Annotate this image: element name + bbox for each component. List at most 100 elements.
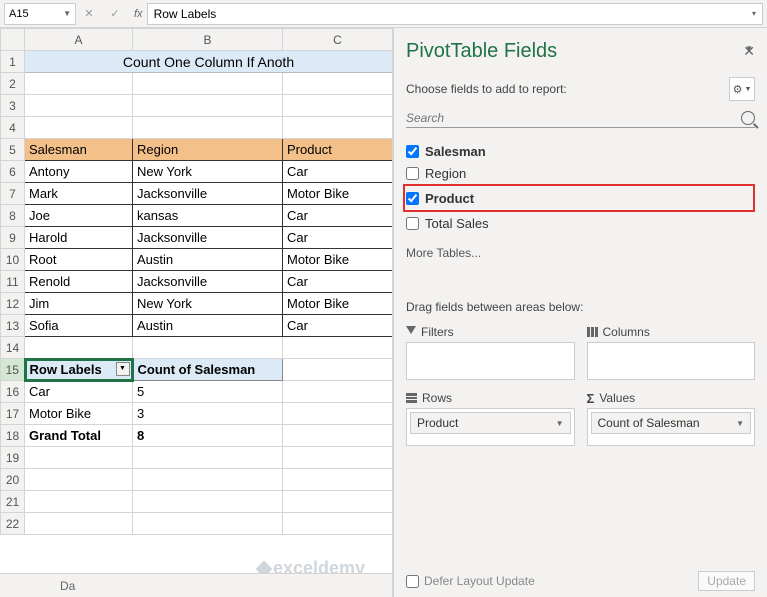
cell[interactable]: 8 [133,425,283,447]
field-region[interactable]: Region [406,162,755,184]
row-header[interactable]: 19 [1,447,25,469]
cell[interactable] [133,447,283,469]
more-tables-link[interactable]: More Tables... [406,246,755,260]
cell[interactable]: Car [283,315,393,337]
cell[interactable]: Jacksonville [133,183,283,205]
cell[interactable] [283,403,393,425]
select-all-corner[interactable] [1,29,25,51]
row-header[interactable]: 21 [1,491,25,513]
cell[interactable]: Root [25,249,133,271]
cell[interactable]: Jim [25,293,133,315]
cell[interactable] [283,447,393,469]
field-checkbox[interactable] [406,192,419,205]
cell[interactable]: Product [283,139,393,161]
cell[interactable]: Motor Bike [283,183,393,205]
cell[interactable] [283,491,393,513]
title-cell[interactable]: Count One Column If Anoth [25,51,393,73]
cell[interactable]: Car [283,161,393,183]
cell[interactable]: Antony [25,161,133,183]
cell[interactable] [25,513,133,535]
cell[interactable]: Grand Total [25,425,133,447]
cell[interactable] [133,73,283,95]
cell[interactable] [25,117,133,139]
cell[interactable] [25,95,133,117]
cell[interactable]: 5 [133,381,283,403]
cell[interactable]: Joe [25,205,133,227]
cell[interactable]: Austin [133,315,283,337]
row-header[interactable]: 22 [1,513,25,535]
chevron-down-icon[interactable]: ▼ [556,419,564,428]
cell[interactable] [283,425,393,447]
sheet-tab[interactable]: Da [60,579,75,593]
row-header[interactable]: 10 [1,249,25,271]
row-header[interactable]: 1 [1,51,25,73]
cell[interactable] [283,337,393,359]
cell[interactable] [283,381,393,403]
row-header[interactable]: 9 [1,227,25,249]
field-checkbox[interactable] [406,145,419,158]
cell[interactable] [25,491,133,513]
cell[interactable] [283,513,393,535]
col-header-B[interactable]: B [133,29,283,51]
row-header[interactable]: 6 [1,161,25,183]
panel-chevron-icon[interactable]: ▼ [745,44,753,53]
cell[interactable]: New York [133,161,283,183]
cell[interactable] [133,513,283,535]
row-header[interactable]: 17 [1,403,25,425]
cell[interactable] [133,491,283,513]
cell[interactable] [283,95,393,117]
row-header[interactable]: 13 [1,315,25,337]
col-header-C[interactable]: C [283,29,393,51]
rows-pill[interactable]: Product▼ [410,412,571,434]
cell[interactable]: Car [283,271,393,293]
cell[interactable]: Harold [25,227,133,249]
values-dropzone[interactable]: Count of Salesman▼ [587,408,756,446]
cell[interactable] [133,337,283,359]
cell[interactable]: New York [133,293,283,315]
chevron-down-icon[interactable]: ▼ [63,9,71,18]
row-header[interactable]: 3 [1,95,25,117]
row-header[interactable]: 12 [1,293,25,315]
cell[interactable]: Car [283,205,393,227]
field-product[interactable]: Product [406,187,749,209]
cell[interactable]: 3 [133,403,283,425]
row-header[interactable]: 11 [1,271,25,293]
cell[interactable]: Car [25,381,133,403]
search-icon[interactable] [741,111,755,125]
columns-dropzone[interactable] [587,342,756,380]
row-header[interactable]: 16 [1,381,25,403]
cell[interactable] [25,469,133,491]
defer-checkbox[interactable] [406,575,419,588]
field-total-sales[interactable]: Total Sales [406,212,755,234]
cell[interactable] [283,73,393,95]
pivot-row-labels-header[interactable]: Row Labels▼ [25,359,133,381]
search-input[interactable] [406,111,741,125]
field-checkbox[interactable] [406,217,419,230]
cancel-button[interactable]: ✕ [76,3,102,25]
row-header[interactable]: 5 [1,139,25,161]
row-header[interactable]: 15 [1,359,25,381]
update-button[interactable]: Update [698,571,755,591]
cell[interactable] [25,73,133,95]
values-pill[interactable]: Count of Salesman▼ [591,412,752,434]
cell[interactable] [25,337,133,359]
cell[interactable]: kansas [133,205,283,227]
cell[interactable] [283,117,393,139]
row-header[interactable]: 8 [1,205,25,227]
rows-dropzone[interactable]: Product▼ [406,408,575,446]
row-header[interactable]: 14 [1,337,25,359]
cell[interactable]: Salesman [25,139,133,161]
cell[interactable]: Motor Bike [25,403,133,425]
chevron-down-icon[interactable]: ▼ [736,419,744,428]
chevron-down-icon[interactable]: ▾ [752,9,756,18]
fx-icon[interactable]: fx [134,8,143,20]
filters-dropzone[interactable] [406,342,575,380]
row-header[interactable]: 20 [1,469,25,491]
cell[interactable]: Sofia [25,315,133,337]
cell[interactable]: Jacksonville [133,271,283,293]
cell[interactable] [133,469,283,491]
row-header[interactable]: 7 [1,183,25,205]
row-header[interactable]: 4 [1,117,25,139]
cell[interactable]: Region [133,139,283,161]
dropdown-icon[interactable]: ▼ [116,362,130,376]
